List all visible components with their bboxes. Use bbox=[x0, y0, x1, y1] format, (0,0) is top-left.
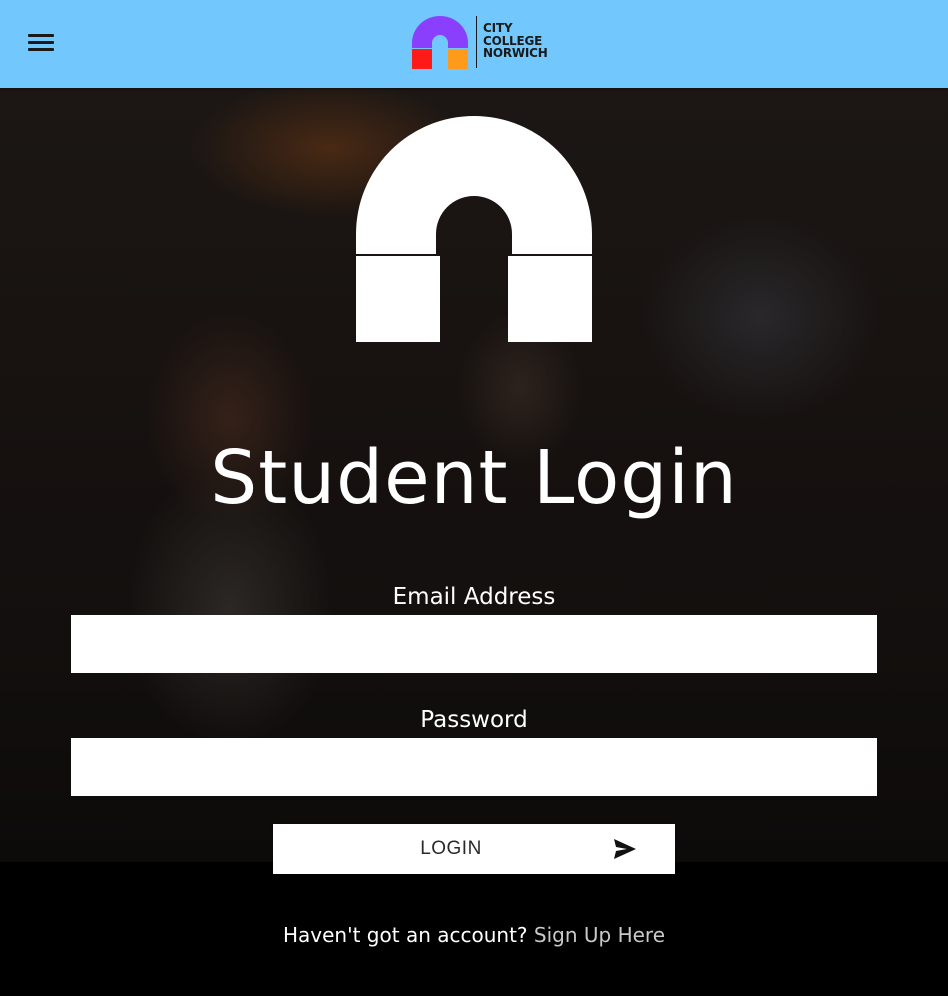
menu-bar-1 bbox=[28, 34, 54, 37]
sign-up-link[interactable]: Sign Up Here bbox=[534, 923, 665, 947]
password-label: Password bbox=[420, 707, 528, 733]
page-title: Student Login bbox=[210, 435, 738, 521]
email-label: Email Address bbox=[392, 584, 556, 610]
send-arrow-icon bbox=[614, 839, 636, 859]
logo-arch bbox=[412, 16, 468, 48]
login-button[interactable]: LOGIN bbox=[273, 824, 675, 874]
hamburger-menu-icon[interactable] bbox=[28, 32, 54, 54]
top-header: CITY COLLEGE NORWICH bbox=[0, 0, 948, 88]
logo-left-block bbox=[412, 49, 432, 69]
city-college-arch-logo-icon bbox=[356, 116, 592, 342]
signup-prompt-row: Haven't got an account? Sign Up Here bbox=[0, 922, 948, 948]
menu-bar-2 bbox=[28, 41, 54, 44]
login-button-label: LOGIN bbox=[420, 838, 482, 859]
signup-prompt-text: Haven't got an account? bbox=[283, 923, 534, 947]
brand-line-3: NORWICH bbox=[483, 46, 548, 60]
brand-logo[interactable]: CITY COLLEGE NORWICH bbox=[411, 14, 561, 70]
brand-line-1: CITY bbox=[483, 21, 513, 35]
brand-divider bbox=[476, 16, 477, 68]
city-college-logo-mark-icon bbox=[412, 16, 468, 69]
logo-right-block bbox=[448, 49, 468, 69]
menu-bar-3 bbox=[28, 48, 54, 51]
brand-wordmark: CITY COLLEGE NORWICH bbox=[483, 22, 548, 60]
email-field[interactable] bbox=[71, 615, 877, 673]
password-field[interactable] bbox=[71, 738, 877, 796]
